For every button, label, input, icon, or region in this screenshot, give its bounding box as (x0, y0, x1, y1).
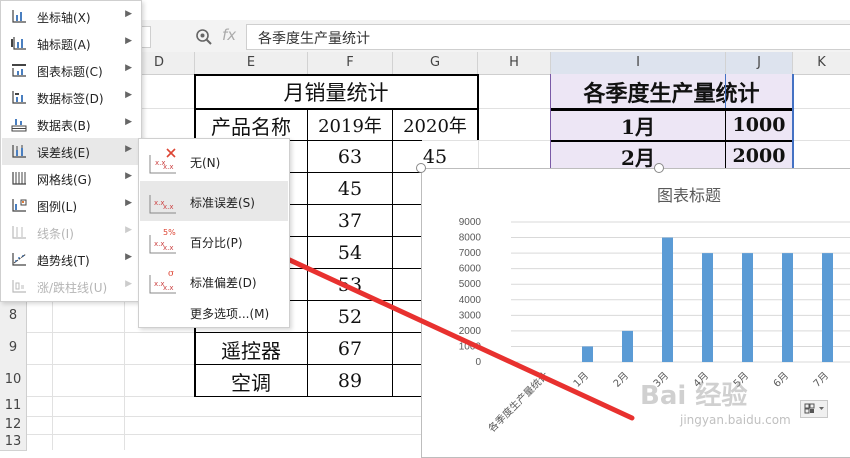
menu-item-up-down-bars[interactable]: 涨/跌柱线(U) ▶ (2, 273, 140, 300)
percent-icon: x.xx.x5% (149, 228, 176, 254)
chart-title-icon (12, 64, 26, 77)
svg-text:σ: σ (168, 269, 174, 279)
chevron-right-icon: ▶ (125, 171, 132, 181)
submenu-item-percentage[interactable]: x.x x.x 5% 百分比(P) (140, 221, 288, 261)
legend-icon (12, 199, 27, 212)
menu-item-legend[interactable]: 图例(L) ▶ (2, 192, 140, 219)
svg-text:x.x: x.x (163, 284, 174, 292)
menu-item-data-table[interactable]: 数据表(B) ▶ (2, 111, 140, 138)
chevron-right-icon: ▶ (125, 144, 132, 154)
data-table-icon (11, 119, 27, 132)
svg-text:x.x: x.x (163, 203, 174, 211)
chevron-right-icon: ▶ (125, 279, 132, 289)
axis-title-icon (11, 37, 26, 50)
menu-item-axis-title[interactable]: 轴标题(A) ▶ (2, 30, 140, 57)
submenu-item-more-options[interactable]: 更多选项...(M) (140, 301, 288, 325)
gridline-icon (12, 172, 26, 185)
menu-item-axis[interactable]: 坐标轴(X) ▶ (2, 3, 140, 30)
lines-icon (12, 226, 26, 239)
submenu-item-standard-error[interactable]: x.x x.x 标准误差(S) (140, 181, 288, 221)
chevron-right-icon: ▶ (125, 9, 132, 19)
chevron-right-icon: ▶ (125, 90, 132, 100)
menu-item-data-labels[interactable]: 数据标签(D) ▶ (2, 84, 140, 111)
chevron-right-icon: ▶ (125, 198, 132, 208)
submenu-item-standard-deviation[interactable]: x.x x.x σ 标准偏差(D) (140, 261, 288, 301)
svg-text:5%: 5% (163, 228, 176, 237)
menu-item-error-bars[interactable]: 误差线(E) ▶ (2, 138, 140, 165)
menu-item-lines[interactable]: 线条(I) ▶ (2, 219, 140, 246)
svg-text:x.x: x.x (163, 163, 174, 171)
chevron-right-icon: ▶ (125, 252, 132, 262)
svg-text:x.x: x.x (163, 244, 174, 252)
chevron-right-icon: ▶ (125, 225, 132, 235)
trendline-icon (12, 253, 27, 266)
error-bar-icon (12, 145, 26, 158)
standard-deviation-icon: x.xx.xσ (149, 269, 176, 294)
submenu-item-none[interactable]: x.x x.x 无(N) (140, 141, 288, 181)
standard-error-icon: x.xx.x (149, 195, 176, 214)
error-bar-submenu: x.x x.x 无(N) x.x x.x 标准误差(S) x.x x.x 5% 百分比(… (138, 138, 290, 328)
menu-item-chart-title[interactable]: 图表标题(C) ▶ (2, 57, 140, 84)
chevron-right-icon: ▶ (125, 117, 132, 127)
chart-element-menu: 坐标轴(X) ▶ 轴标题(A) ▶ 图表标题(C) ▶ 数据标签(D) ▶ 数据… (0, 0, 142, 302)
up-down-bars-icon (12, 280, 26, 293)
none-icon: x.xx.x (149, 148, 176, 174)
data-label-icon (12, 91, 26, 104)
menu-item-gridlines[interactable]: 网格线(G) ▶ (2, 165, 140, 192)
chevron-right-icon: ▶ (125, 63, 132, 73)
menu-item-trendline[interactable]: 趋势线(T) ▶ (2, 246, 140, 273)
axis-icon (12, 10, 26, 23)
chevron-right-icon: ▶ (125, 36, 132, 46)
